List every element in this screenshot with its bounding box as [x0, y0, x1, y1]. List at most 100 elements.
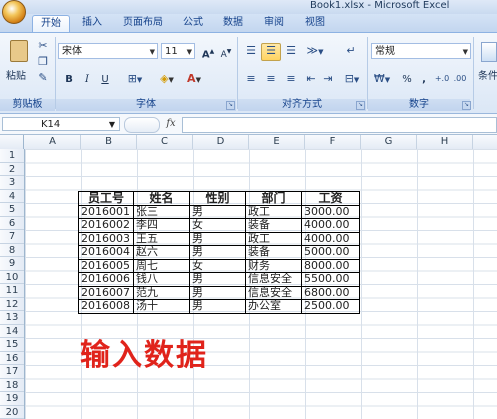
column-header-e[interactable]: E	[249, 135, 305, 149]
tab-home[interactable]: 开始	[32, 15, 70, 32]
table-cell[interactable]: 3000.00	[301, 204, 360, 219]
fill-color-icon[interactable]: ◈▼	[155, 72, 179, 87]
tab-data[interactable]: 数据	[217, 15, 249, 31]
font-color-icon[interactable]: A▼	[182, 72, 206, 87]
column-header-h[interactable]: H	[417, 135, 473, 149]
table-cell[interactable]: 装备	[245, 245, 302, 260]
row-header[interactable]: 12	[0, 298, 24, 311]
row-header[interactable]: 3	[0, 176, 24, 190]
column-header-g[interactable]: G	[361, 135, 417, 149]
table-cell[interactable]: 5500.00	[301, 272, 360, 287]
tab-review[interactable]: 审阅	[258, 15, 290, 31]
alignment-dialog-launcher-icon[interactable]: ↘	[356, 101, 365, 110]
row-header[interactable]: 18	[0, 379, 24, 392]
decrease-decimal-icon[interactable]: .00	[452, 72, 468, 86]
table-cell[interactable]: 2016002	[78, 218, 134, 233]
table-cell[interactable]: 6800.00	[301, 285, 360, 300]
table-cell[interactable]: 4000.00	[301, 231, 360, 246]
table-cell[interactable]: 周七	[133, 258, 190, 273]
table-cell[interactable]: 范九	[133, 285, 190, 300]
table-cell[interactable]: 财务	[245, 258, 302, 273]
header-employee-id[interactable]: 员工号	[78, 191, 134, 206]
table-cell[interactable]: 2016006	[78, 272, 134, 287]
italic-button[interactable]: I	[79, 71, 95, 89]
column-header-c[interactable]: C	[137, 135, 193, 149]
row-header[interactable]: 8	[0, 244, 24, 257]
underline-button[interactable]: U	[97, 71, 113, 89]
table-cell[interactable]: 2016005	[78, 258, 134, 273]
table-cell[interactable]: 男	[189, 285, 246, 300]
row-header[interactable]: 6	[0, 217, 24, 230]
row-header[interactable]: 20	[0, 406, 24, 419]
column-header-a[interactable]: A	[25, 135, 81, 149]
row-header[interactable]: 2	[0, 163, 24, 176]
table-cell[interactable]: 信息安全	[245, 285, 302, 300]
table-cell[interactable]: 男	[189, 299, 246, 314]
cut-icon[interactable]: ✂	[36, 39, 50, 53]
table-cell[interactable]: 2016001	[78, 204, 134, 219]
column-header-b[interactable]: B	[81, 135, 137, 149]
insert-function-button[interactable]: fx	[162, 117, 180, 131]
table-cell[interactable]: 政工	[245, 231, 302, 246]
header-department[interactable]: 部门	[245, 191, 302, 206]
row-header[interactable]: 9	[0, 257, 24, 271]
row-header[interactable]: 10	[0, 271, 24, 284]
grow-font-button[interactable]: A▲	[199, 43, 217, 61]
row-header[interactable]: 11	[0, 284, 24, 298]
copy-icon[interactable]: ❐	[36, 55, 50, 69]
font-dialog-launcher-icon[interactable]: ↘	[226, 101, 235, 110]
tab-page-layout[interactable]: 页面布局	[117, 15, 169, 31]
increase-decimal-icon[interactable]: +.0	[434, 72, 450, 86]
align-middle-button[interactable]: ☰	[261, 43, 281, 61]
table-cell[interactable]: 办公室	[245, 299, 302, 314]
align-top-button[interactable]: ☰	[241, 43, 261, 61]
office-button[interactable]	[2, 0, 26, 24]
table-cell[interactable]: 汤十	[133, 299, 190, 314]
wrap-text-button[interactable]: ↵	[341, 43, 361, 61]
table-cell[interactable]: 5000.00	[301, 245, 360, 260]
table-cell[interactable]: 钱八	[133, 272, 190, 287]
row-header[interactable]: 17	[0, 365, 24, 379]
table-cell[interactable]: 男	[189, 272, 246, 287]
table-cell[interactable]: 8000.00	[301, 258, 360, 273]
row-header[interactable]: 16	[0, 352, 24, 365]
table-cell[interactable]: 男	[189, 231, 246, 246]
table-cell[interactable]: 男	[189, 204, 246, 219]
bold-button[interactable]: B	[61, 71, 77, 89]
align-center-button[interactable]: ≡	[261, 71, 281, 89]
number-format-combo[interactable]: 常规 ▼	[371, 43, 471, 59]
table-cell[interactable]: 2500.00	[301, 299, 360, 314]
header-gender[interactable]: 性别	[189, 191, 246, 206]
column-header-f[interactable]: F	[305, 135, 361, 149]
table-cell[interactable]: 赵六	[133, 245, 190, 260]
shrink-font-button[interactable]: A▼	[217, 43, 235, 61]
table-cell[interactable]: 4000.00	[301, 218, 360, 233]
comma-button[interactable]: ,	[416, 71, 432, 89]
header-name[interactable]: 姓名	[133, 191, 190, 206]
table-cell[interactable]: 装备	[245, 218, 302, 233]
table-cell[interactable]: 2016007	[78, 285, 134, 300]
table-cell[interactable]: 2016003	[78, 231, 134, 246]
formula-input[interactable]	[182, 117, 497, 133]
decrease-indent-button[interactable]: ⇤	[302, 71, 320, 89]
select-all-corner[interactable]	[0, 135, 24, 149]
name-box[interactable]: K14 ▼	[2, 117, 120, 131]
align-right-button[interactable]: ≡	[281, 71, 301, 89]
header-salary[interactable]: 工资	[301, 191, 360, 206]
formula-bar-resize-handle[interactable]	[124, 117, 160, 133]
table-cell[interactable]: 政工	[245, 204, 302, 219]
increase-indent-button[interactable]: ⇥	[319, 71, 337, 89]
font-name-combo[interactable]: 宋体 ▼	[58, 43, 158, 59]
row-header[interactable]: 13	[0, 311, 24, 325]
row-header[interactable]: 14	[0, 325, 24, 338]
table-cell[interactable]: 女	[189, 258, 246, 273]
row-header[interactable]: 7	[0, 230, 24, 244]
table-cell[interactable]: 男	[189, 245, 246, 260]
number-dialog-launcher-icon[interactable]: ↘	[462, 101, 471, 110]
table-cell[interactable]: 张三	[133, 204, 190, 219]
table-cell[interactable]: 2016008	[78, 299, 134, 314]
table-cell[interactable]: 信息安全	[245, 272, 302, 287]
align-left-button[interactable]: ≡	[241, 71, 261, 89]
merge-center-button[interactable]: ⊟▼	[339, 71, 365, 89]
align-bottom-button[interactable]: ☰	[281, 43, 301, 61]
